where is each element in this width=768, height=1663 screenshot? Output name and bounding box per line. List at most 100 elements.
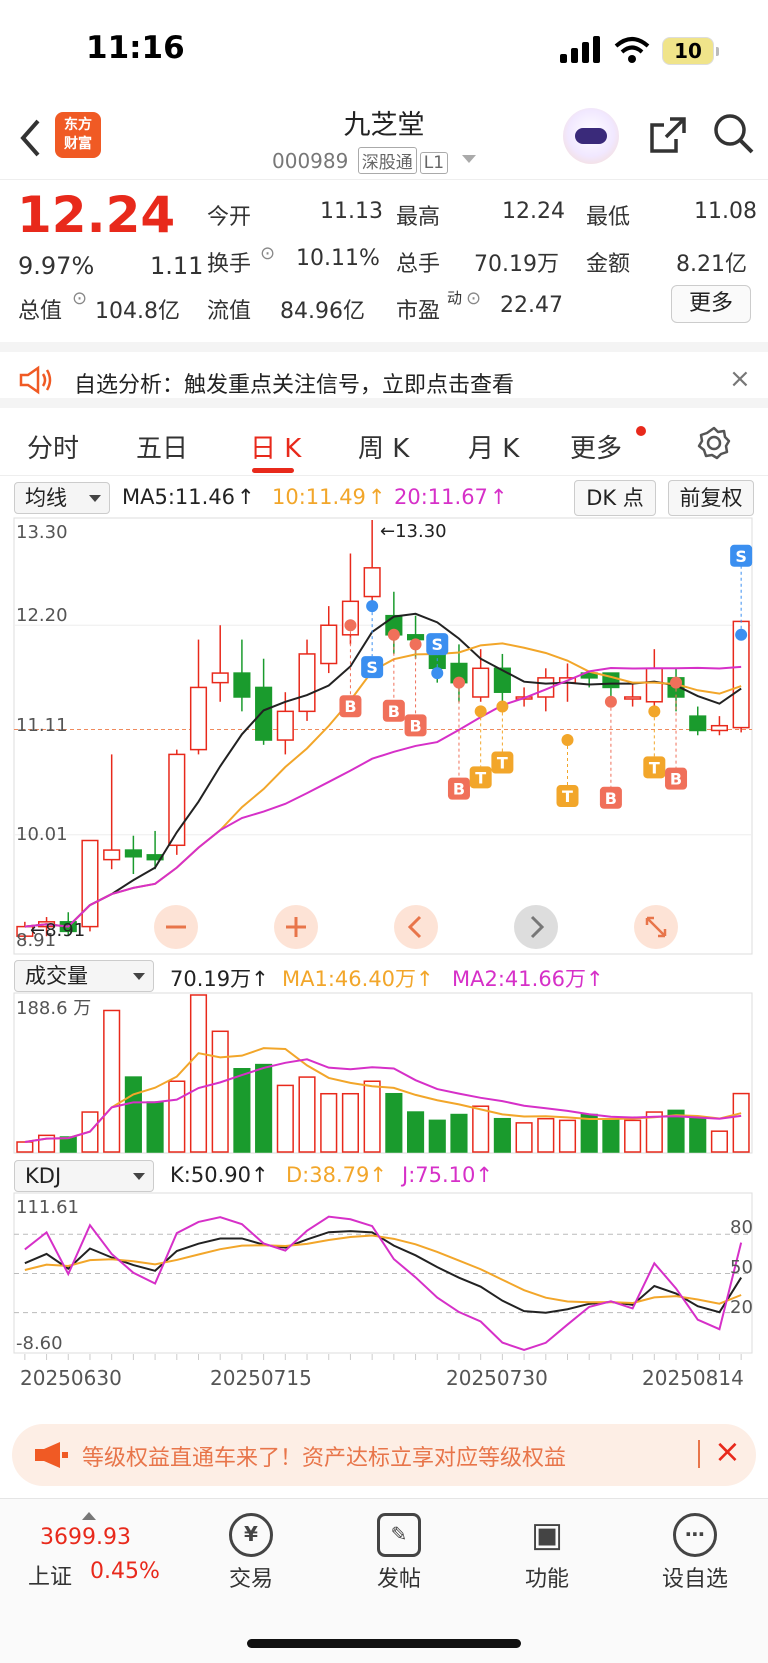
kdj-select[interactable]: KDJ	[14, 1160, 154, 1192]
price-panel-frame	[13, 517, 753, 955]
megaphone-icon	[35, 1442, 68, 1468]
volume-bar	[493, 1117, 511, 1153]
candle-body	[689, 715, 707, 732]
index-pct: 0.45%	[90, 1559, 160, 1584]
vol-ma2-legend: MA2:41.66万	[452, 967, 587, 991]
nav-post[interactable]: ✎ 发帖	[354, 1513, 444, 1593]
fullscreen-button[interactable]	[634, 905, 678, 949]
volume-legend: 70.19万	[170, 967, 252, 991]
signal-letter: B	[670, 770, 682, 789]
volume-bar	[428, 1119, 446, 1153]
chart-area[interactable]: SB BBSBTTT BTBS 13.30 12.20 11.11 10.01 8.…	[0, 0, 768, 1420]
volume-bar	[255, 1063, 273, 1153]
volume-bar	[16, 1141, 34, 1153]
volume-bar	[168, 1080, 186, 1153]
signal-letter: B	[605, 789, 617, 808]
close-icon[interactable]: ×	[714, 1432, 741, 1470]
signal-letter: T	[497, 754, 508, 773]
low-marker: ←8.91	[30, 920, 85, 941]
volume-bar	[298, 1076, 316, 1153]
candle-body	[298, 653, 316, 713]
candle-body	[189, 686, 208, 751]
x-date-1: 20250630	[20, 1366, 122, 1390]
candle-body	[710, 724, 729, 732]
signal-dot	[366, 600, 379, 613]
volume-bar	[580, 1113, 598, 1153]
signal-letter: S	[431, 635, 443, 654]
signal-letter: B	[388, 702, 400, 721]
candle-body	[276, 710, 294, 741]
candle-body	[645, 667, 663, 703]
scroll-left-button[interactable]	[394, 905, 438, 949]
candle-body	[211, 672, 229, 684]
volume-panel-frame	[13, 992, 753, 1154]
edit-icon: ✎	[377, 1513, 421, 1557]
signal-dot	[344, 619, 357, 632]
candle-body	[363, 567, 381, 598]
nav-add-watchlist-label: 设自选	[661, 1567, 728, 1592]
signal-dot	[474, 705, 487, 718]
candle-body	[472, 667, 490, 698]
volume-bar	[710, 1130, 729, 1153]
volume-bar	[689, 1117, 707, 1153]
signal-letter: T	[562, 787, 573, 806]
signal-letter: T	[475, 768, 486, 787]
signal-dot	[452, 676, 465, 689]
candle-body	[493, 667, 511, 693]
kdj-j-legend: J:75.10	[402, 1163, 476, 1187]
y-label-3: 11.11	[16, 715, 68, 736]
signal-letter: S	[735, 547, 747, 566]
candle-body	[124, 849, 142, 858]
more-dots-icon: ⋯	[673, 1513, 717, 1557]
volume-bar	[124, 1076, 142, 1153]
home-indicator	[247, 1639, 521, 1648]
divider	[698, 1440, 700, 1468]
y-label-2: 12.20	[16, 605, 68, 626]
signal-letter: B	[344, 697, 356, 716]
promo-banner[interactable]: 等级权益直通车来了！资产达标立享对应等级权益 ×	[12, 1424, 756, 1486]
volume-bar	[146, 1101, 164, 1153]
volume-bar	[515, 1122, 533, 1153]
nav-trade-label: 交易	[228, 1567, 273, 1592]
zoom-in-button[interactable]	[274, 905, 318, 949]
signal-dot	[431, 667, 444, 680]
volume-bar	[537, 1117, 555, 1153]
volume-bar	[602, 1117, 620, 1153]
nav-functions[interactable]: ▣ 功能	[502, 1513, 592, 1593]
nav-post-label: 发帖	[376, 1567, 421, 1592]
volume-bar	[233, 1068, 251, 1153]
y-label-4: 10.01	[16, 824, 68, 845]
ma10-line	[24, 642, 742, 928]
signal-letter: B	[453, 780, 465, 799]
signal-letter: S	[366, 658, 378, 677]
nav-add-watchlist[interactable]: ⋯ 设自选	[650, 1513, 740, 1593]
candle-body	[81, 839, 99, 928]
candle-body	[624, 696, 642, 700]
x-date-4: 20250814	[642, 1366, 744, 1390]
candle-body	[320, 624, 338, 665]
y-label-top: 13.30	[16, 522, 68, 543]
volume-bar	[276, 1084, 294, 1153]
volume-bar	[189, 994, 208, 1153]
index-name: 上证	[28, 1565, 73, 1590]
volume-bar	[103, 1009, 121, 1153]
candle-body	[255, 686, 273, 741]
x-date-3: 20250730	[446, 1366, 548, 1390]
signal-letter: T	[649, 758, 660, 777]
volume-select[interactable]: 成交量	[14, 960, 154, 992]
volume-bar	[472, 1105, 490, 1153]
zoom-out-button[interactable]	[154, 905, 198, 949]
caret-up-icon[interactable]	[82, 1505, 96, 1520]
kdj-d-line	[24, 1234, 742, 1305]
signal-dot	[561, 734, 574, 747]
kdj-level-80: 80	[730, 1217, 753, 1238]
index-value[interactable]: 3699.93	[40, 1525, 131, 1550]
scroll-right-button[interactable]	[514, 905, 558, 949]
x-date-2: 20250715	[210, 1366, 312, 1390]
signal-dot	[604, 695, 617, 708]
nav-trade[interactable]: ¥ 交易	[206, 1513, 296, 1593]
volume-bar	[732, 1092, 750, 1153]
volume-bar	[320, 1092, 338, 1153]
volume-bar	[624, 1119, 642, 1153]
candle-body	[233, 672, 251, 698]
